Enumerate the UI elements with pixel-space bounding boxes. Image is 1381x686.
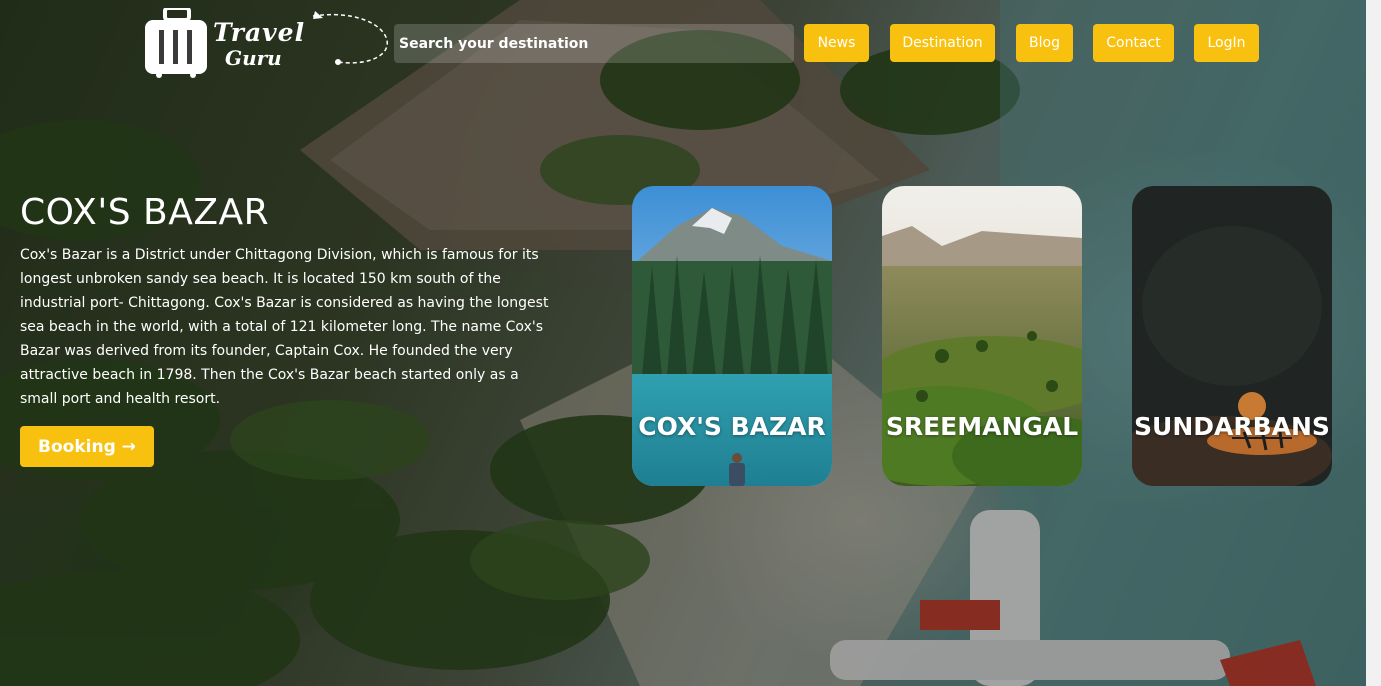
destination-card-coxs-bazar[interactable]: COX'S BAZAR	[632, 186, 832, 486]
nav-contact-button[interactable]: Contact	[1093, 24, 1174, 62]
logo-text-guru: Guru	[225, 46, 282, 70]
destination-card-label: SREEMANGAL	[885, 412, 1079, 441]
destination-card-label: SUNDARBANS	[1134, 412, 1330, 441]
scrollbar-track[interactable]	[1366, 0, 1381, 686]
travel-guru-logo[interactable]: Travel Guru	[143, 8, 393, 80]
nav-blog-button[interactable]: Blog	[1016, 24, 1073, 62]
sreemangal-image	[882, 186, 1082, 486]
hero-description: Cox's Bazar is a District under Chittago…	[20, 247, 549, 407]
logo-text-travel: Travel	[213, 18, 306, 47]
coxs-bazar-image	[632, 186, 832, 486]
nav-destination-button[interactable]: Destination	[890, 24, 995, 62]
destination-card-sreemangal[interactable]: SREEMANGAL	[882, 186, 1082, 486]
hero-title: COX'S BAZAR	[20, 192, 270, 233]
booking-button[interactable]: Booking →	[20, 426, 154, 467]
nav-login-button[interactable]: LogIn	[1194, 24, 1259, 62]
nav-news-button[interactable]: News	[804, 24, 869, 62]
search-input[interactable]	[394, 24, 794, 63]
destination-card-sundarbans[interactable]: SUNDARBANS	[1132, 186, 1332, 486]
sundarbans-image	[1132, 186, 1332, 486]
destination-card-label: COX'S BAZAR	[638, 412, 826, 441]
